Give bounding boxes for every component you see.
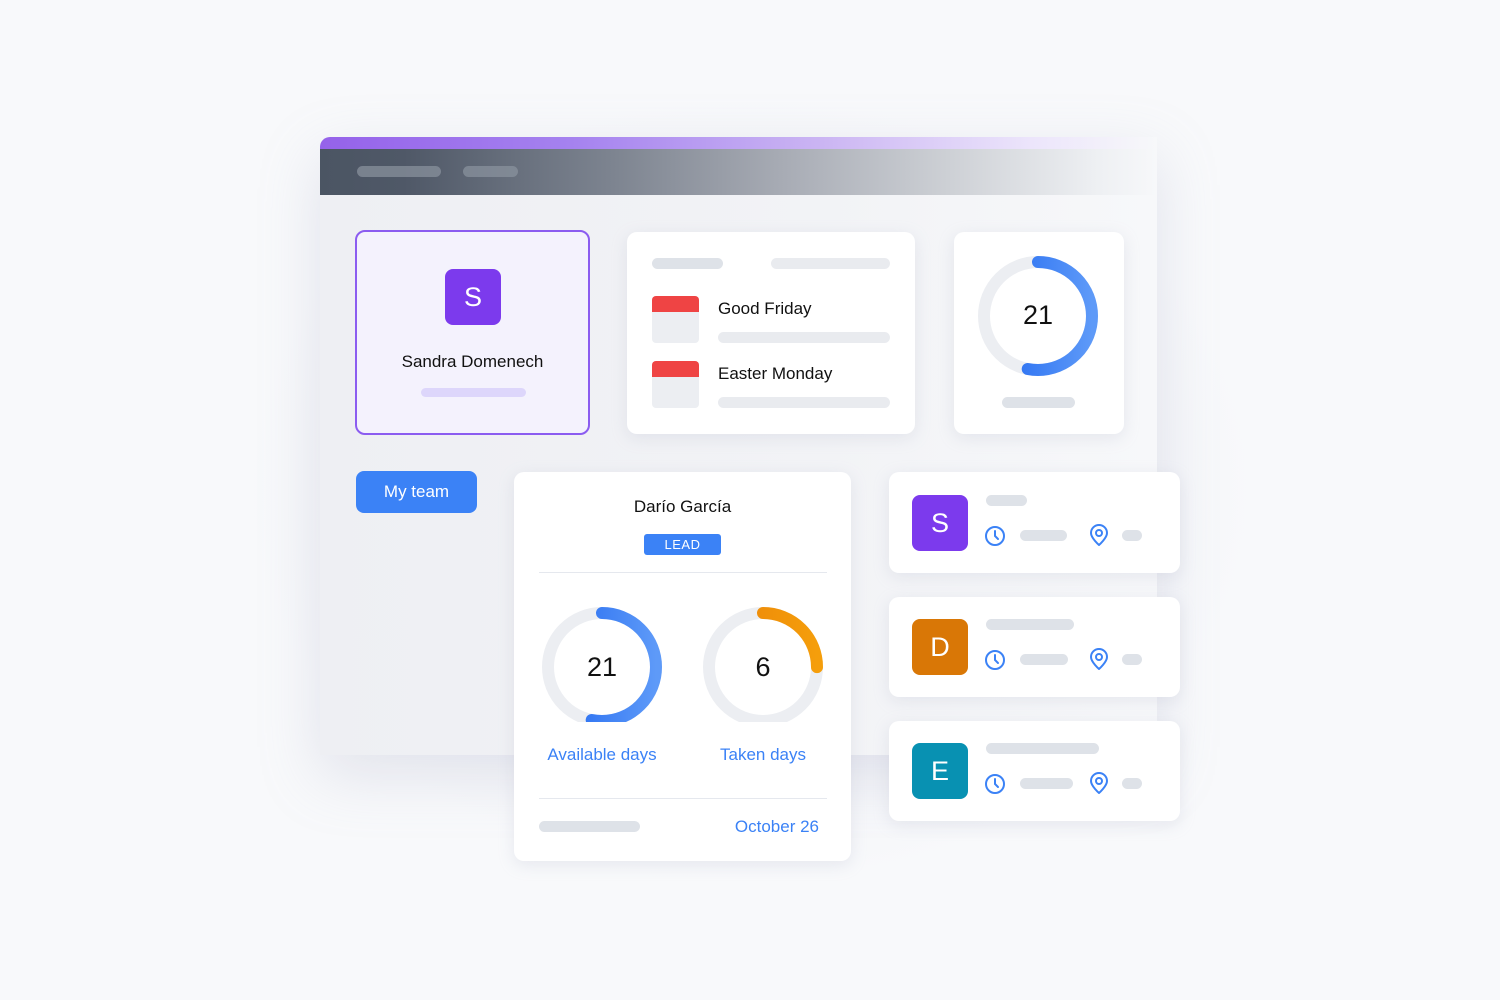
team-member-time-placeholder: [1020, 530, 1067, 541]
team-member-avatar: E: [912, 743, 968, 799]
team-member-time-placeholder: [1020, 778, 1073, 789]
taken-days-value: 6: [755, 652, 771, 682]
clock-icon: [985, 774, 1005, 794]
team-member-name-placeholder: [986, 619, 1074, 630]
employee-date: October 26: [734, 817, 819, 836]
title-bar-placeholder-2[interactable]: [463, 166, 518, 177]
employee-name: Darío García: [633, 497, 732, 516]
team-member-location-placeholder: [1122, 778, 1142, 789]
my-team-button[interactable]: My team: [356, 471, 477, 513]
profile-name: Sandra Domenech: [401, 352, 544, 371]
clock-icon: [985, 650, 1005, 670]
summary-card: 21: [954, 232, 1124, 434]
clock-icon: [985, 526, 1005, 546]
team-member-name-placeholder: [986, 495, 1027, 506]
team-member-card[interactable]: D: [889, 597, 1180, 697]
window-accent-strip: [320, 137, 1157, 149]
window-title-bar: [320, 149, 1157, 195]
employee-card-divider-top: [539, 572, 827, 573]
location-pin-icon: [1090, 772, 1108, 794]
summary-label-placeholder: [1002, 397, 1075, 408]
employee-card: Darío García 21 6 Available days Taken d…: [514, 472, 851, 861]
profile-avatar: S: [445, 269, 501, 325]
employee-card-divider-bottom: [539, 798, 827, 799]
calendar-icon: [652, 296, 699, 343]
holiday-date-placeholder: [718, 397, 890, 408]
team-member-initial: D: [930, 631, 950, 662]
available-days-value: 21: [586, 652, 618, 682]
team-member-initial: E: [930, 755, 949, 786]
taken-days-label: Taken days: [720, 745, 806, 764]
team-member-initial: S: [930, 507, 949, 538]
holidays-card: Good Friday Easter Monday: [627, 232, 915, 434]
team-member-card[interactable]: S: [889, 472, 1180, 573]
profile-avatar-initial: S: [463, 281, 482, 312]
profile-card[interactable]: S Sandra Domenech: [355, 230, 590, 435]
location-pin-icon: [1090, 524, 1108, 546]
team-member-card[interactable]: E: [889, 721, 1180, 821]
holiday-name: Easter Monday: [718, 364, 833, 383]
available-days-label: Available days: [547, 745, 657, 764]
team-member-avatar: D: [912, 619, 968, 675]
team-member-location-placeholder: [1122, 530, 1142, 541]
calendar-icon: [652, 361, 699, 408]
holidays-header-placeholder-2: [771, 258, 890, 269]
team-member-avatar: S: [912, 495, 968, 551]
holiday-date-placeholder: [718, 332, 890, 343]
team-member-name-placeholder: [986, 743, 1099, 754]
location-pin-icon: [1090, 648, 1108, 670]
holidays-header-placeholder: [652, 258, 723, 269]
holiday-name: Good Friday: [718, 299, 812, 318]
team-member-location-placeholder: [1122, 654, 1142, 665]
summary-ring-value: 21: [1022, 300, 1054, 330]
title-bar-placeholder-1[interactable]: [357, 166, 441, 177]
team-member-time-placeholder: [1020, 654, 1068, 665]
lead-badge: LEAD: [644, 534, 721, 555]
employee-footer-placeholder: [539, 821, 640, 832]
profile-subtitle-placeholder: [421, 388, 526, 397]
